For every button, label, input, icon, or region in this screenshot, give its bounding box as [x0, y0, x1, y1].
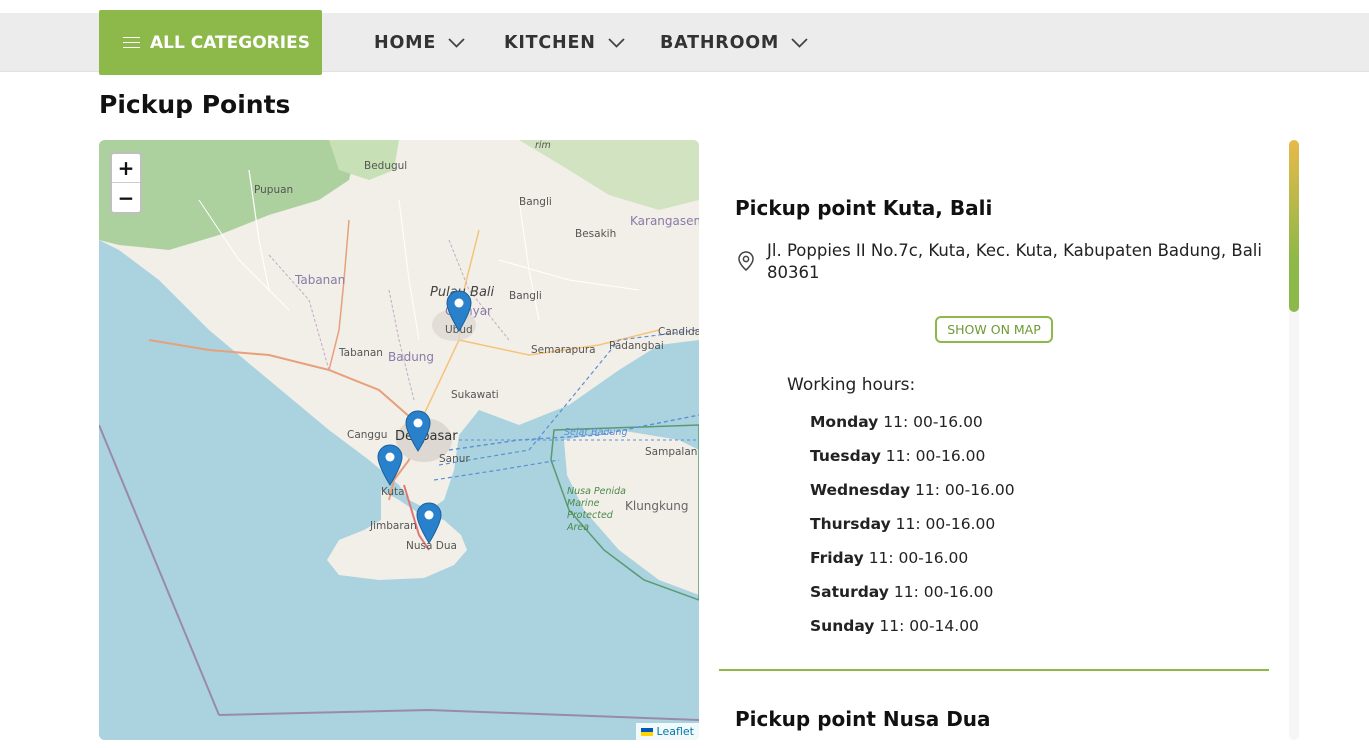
map-label: Klungkung	[625, 499, 689, 513]
nav-item-label: KITCHEN	[504, 32, 596, 53]
pickup-point-title: Pickup point Kuta, Bali	[735, 196, 993, 220]
map-label: Sampalan	[645, 446, 698, 458]
hours-row: Wednesday 11: 00-16.00	[810, 481, 1015, 515]
pickup-point-divider	[719, 669, 1269, 671]
map-label: Badung	[388, 350, 435, 364]
chevron-down-icon	[608, 37, 625, 48]
map-attribution[interactable]: Leaflet	[635, 723, 699, 740]
map-label: Bedugul	[364, 160, 408, 172]
day-label: Thursday	[810, 515, 891, 533]
time-value: 11: 00-16.00	[895, 515, 996, 533]
nav-item-kitchen[interactable]: KITCHEN	[504, 13, 625, 72]
time-value: 11: 00-16.00	[893, 583, 994, 601]
working-hours-list: Monday 11: 00-16.00 Tuesday 11: 00-16.00…	[810, 413, 1015, 651]
map-label: Bangli	[509, 290, 542, 302]
time-value: 11: 00-16.00	[915, 481, 1015, 499]
zoom-control: + −	[110, 152, 142, 214]
map-label: Selat Badung	[564, 427, 628, 438]
zoom-in-button[interactable]: +	[112, 154, 140, 183]
day-label: Wednesday	[810, 481, 911, 499]
time-value: 11: 00-14.00	[879, 617, 979, 635]
day-label: Tuesday	[810, 447, 881, 465]
chevron-down-icon	[448, 37, 465, 48]
map-label: Jimbaran	[370, 520, 417, 532]
map-label: Nusa Penida Marine Protected Area	[567, 486, 627, 533]
hamburger-icon	[123, 36, 140, 49]
hours-row: Thursday 11: 00-16.00	[810, 515, 1015, 549]
all-categories-button[interactable]: ALL CATEGORIES	[99, 10, 322, 75]
map-label: Pupuan	[254, 184, 294, 196]
map-label: Kuta	[381, 486, 405, 498]
time-value: 11: 00-16.00	[883, 413, 983, 431]
attribution-link[interactable]: Leaflet	[657, 725, 694, 738]
day-label: Friday	[810, 549, 864, 567]
map-label: Tabanan	[339, 347, 383, 359]
time-value: 11: 00-16.00	[868, 549, 969, 567]
map-marker-icon[interactable]	[377, 444, 403, 486]
map-label: Tabanan	[295, 273, 346, 287]
map-label: Bangli	[519, 196, 552, 208]
map-marker-icon[interactable]	[416, 502, 442, 544]
scrollbar-thumb[interactable]	[1289, 140, 1299, 312]
nav-item-home[interactable]: HOME	[374, 13, 465, 72]
map-label: Canggu	[347, 429, 388, 441]
nav-item-label: BATHROOM	[660, 32, 780, 53]
chevron-down-icon	[791, 37, 808, 48]
pickup-point-address: Jl. Poppies II No.7c, Kuta, Kec. Kuta, K…	[735, 240, 1265, 284]
day-label: Monday	[810, 413, 879, 431]
map-marker-icon[interactable]	[405, 410, 431, 452]
working-hours-label: Working hours:	[787, 375, 916, 395]
hours-row: Sunday 11: 00-14.00	[810, 617, 1015, 651]
map-label: Candidas	[658, 326, 699, 338]
all-categories-label: ALL CATEGORIES	[150, 32, 310, 53]
map-label: Semarapura	[531, 344, 596, 356]
nav-item-label: HOME	[374, 32, 437, 53]
nav-item-bathroom[interactable]: BATHROOM	[660, 13, 808, 72]
location-pin-icon	[738, 251, 754, 271]
hours-row: Monday 11: 00-16.00	[810, 413, 1015, 447]
hours-row: Saturday 11: 00-16.00	[810, 583, 1015, 617]
map-marker-icon[interactable]	[446, 290, 472, 332]
map-label: Sanur	[439, 453, 470, 465]
pickup-points-list[interactable]: Pickup point Kuta, Bali Jl. Poppies II N…	[719, 140, 1299, 740]
day-label: Sunday	[810, 617, 875, 635]
time-value: 11: 00-16.00	[885, 447, 986, 465]
ukraine-flag-icon	[640, 727, 653, 736]
pickup-map[interactable]: Bedugul Pupuan rim Bangli Besakih Karang…	[99, 140, 699, 740]
map-label: rim	[535, 140, 551, 151]
map-label: Karangasem	[630, 214, 699, 228]
zoom-out-button[interactable]: −	[112, 183, 140, 212]
day-label: Saturday	[810, 583, 889, 601]
hours-row: Friday 11: 00-16.00	[810, 549, 1015, 583]
pickup-point-title: Pickup point Nusa Dua	[735, 707, 991, 731]
hours-row: Tuesday 11: 00-16.00	[810, 447, 1015, 481]
address-text: Jl. Poppies II No.7c, Kuta, Kec. Kuta, K…	[767, 241, 1262, 282]
map-label: Besakih	[575, 228, 617, 240]
map-label: Padangbai	[609, 340, 664, 352]
map-label: Sukawati	[451, 389, 499, 401]
show-on-map-button[interactable]: SHOW ON MAP	[935, 316, 1053, 343]
page-title: Pickup Points	[99, 90, 291, 119]
